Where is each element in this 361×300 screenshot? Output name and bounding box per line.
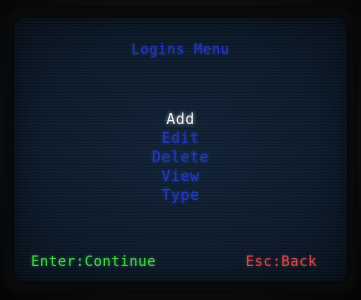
menu-item-edit[interactable]: Edit — [14, 129, 347, 148]
menu-item-delete[interactable]: Delete — [14, 148, 347, 167]
menu-list: Add Edit Delete View Type — [14, 110, 347, 205]
menu-item-type[interactable]: Type — [14, 186, 347, 205]
esc-back-hint[interactable]: Esc:Back — [246, 254, 317, 270]
menu-title: Logins Menu — [131, 42, 230, 58]
lcd-screen: Logins Menu Add Edit Delete View Type En… — [14, 18, 347, 282]
menu-item-add[interactable]: Add — [14, 110, 347, 129]
device-bezel: Logins Menu Add Edit Delete View Type En… — [0, 0, 361, 300]
enter-continue-hint[interactable]: Enter:Continue — [31, 254, 156, 270]
menu-item-view[interactable]: View — [14, 167, 347, 186]
